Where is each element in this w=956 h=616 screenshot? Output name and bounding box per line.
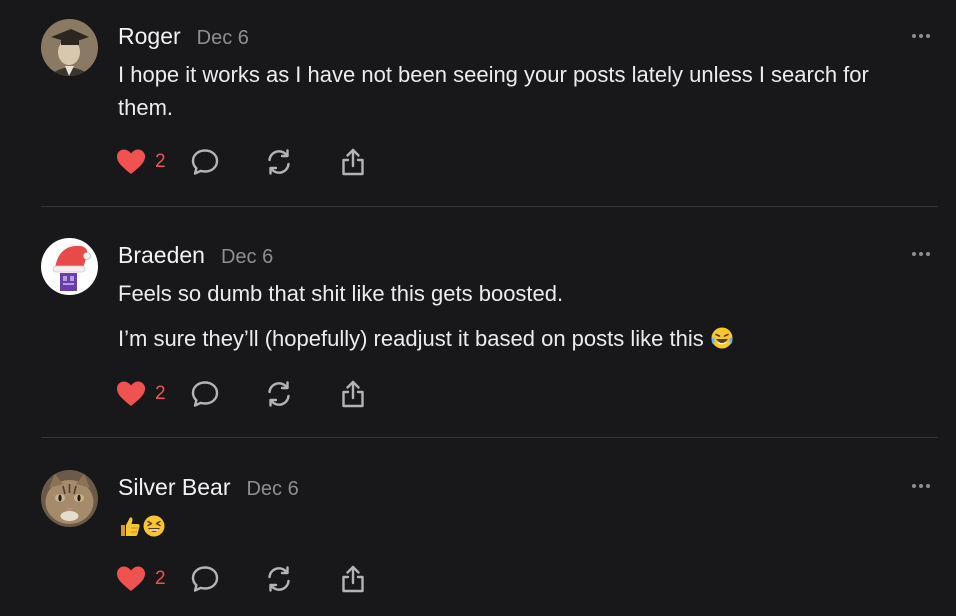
share-button[interactable]: [338, 147, 412, 177]
more-options-icon[interactable]: [912, 32, 934, 40]
like-button[interactable]: 2: [116, 148, 190, 176]
share-icon: [342, 380, 364, 408]
post-actions: 2: [116, 379, 412, 409]
post-actions: 2: [116, 564, 412, 594]
post-actions: 2: [116, 147, 412, 177]
divider: [41, 437, 938, 438]
santa-hat-avatar: [41, 238, 98, 295]
speech-bubble-icon: [191, 566, 219, 592]
share-button[interactable]: [338, 379, 412, 409]
reply-button[interactable]: [190, 379, 264, 409]
post-text: I hope it works as I have not been seein…: [118, 62, 869, 120]
cat-face-avatar: [41, 470, 98, 527]
share-icon: [342, 148, 364, 176]
speech-bubble-icon: [191, 381, 219, 407]
post-text: I’m sure they’ll (hopefully) readjust it…: [118, 322, 928, 359]
post-text: Feels so dumb that shit like this gets b…: [118, 281, 564, 306]
like-button[interactable]: 2: [116, 380, 190, 408]
thumbs-up-emoji: [118, 514, 142, 547]
more-options-icon[interactable]: [912, 250, 934, 258]
share-icon: [342, 565, 364, 593]
post-text: [118, 510, 928, 547]
like-count: 2: [155, 568, 166, 589]
repost-arrows-icon: [268, 149, 290, 175]
more-options-icon[interactable]: [912, 482, 934, 490]
author-name[interactable]: Silver Bear: [118, 474, 230, 501]
repost-arrows-icon: [268, 381, 290, 407]
like-button[interactable]: 2: [116, 565, 190, 593]
post-date[interactable]: Dec 6: [221, 246, 273, 269]
post-date[interactable]: Dec 6: [246, 478, 298, 501]
vintage-graduation-photo-avatar: [41, 19, 98, 76]
avatar[interactable]: [41, 470, 98, 527]
author-name[interactable]: Braeden: [118, 242, 205, 269]
tears-of-joy-emoji: [710, 326, 734, 359]
post-date[interactable]: Dec 6: [197, 27, 249, 50]
heart-icon: [117, 381, 145, 406]
avatar[interactable]: [41, 238, 98, 295]
reply-button[interactable]: [190, 147, 264, 177]
boost-button[interactable]: [264, 379, 338, 409]
avatar[interactable]: [41, 19, 98, 76]
share-button[interactable]: [338, 564, 412, 594]
boost-button[interactable]: [264, 147, 338, 177]
like-count: 2: [155, 151, 166, 172]
repost-arrows-icon: [268, 566, 290, 592]
heart-icon: [117, 149, 145, 174]
heart-icon: [117, 566, 145, 591]
author-name[interactable]: Roger: [118, 23, 181, 50]
divider: [41, 206, 938, 207]
speech-bubble-icon: [191, 149, 219, 175]
grinning-squint-emoji: [142, 514, 166, 547]
boost-button[interactable]: [264, 564, 338, 594]
reply-button[interactable]: [190, 564, 264, 594]
like-count: 2: [155, 383, 166, 404]
